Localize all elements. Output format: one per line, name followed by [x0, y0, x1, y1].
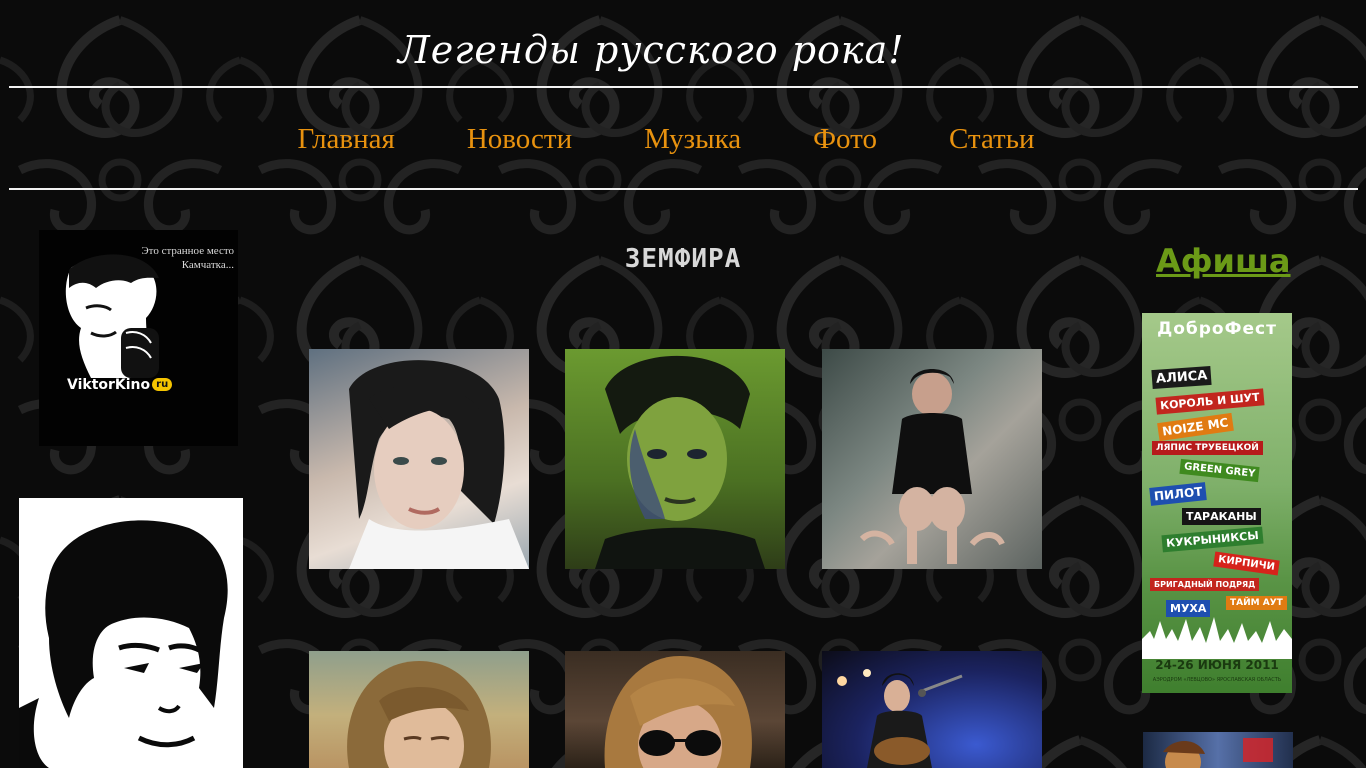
nav-item-articles[interactable]: Статьи — [949, 116, 1035, 162]
main-nav: Главная Новости Музыка Фото Статьи — [236, 116, 1096, 162]
secondary-poster[interactable] — [1143, 732, 1293, 768]
photo-thumbnail-4[interactable] — [309, 651, 529, 768]
nav-item-news[interactable]: Новости — [467, 116, 572, 162]
poster-dates: 24-26 ИЮНЯ 2011 — [1155, 658, 1279, 672]
nav-item-music[interactable]: Музыка — [644, 116, 741, 162]
concert-photo-6 — [837, 669, 963, 768]
dobrofest-poster[interactable]: ДоброФест АЛИСА КОРОЛЬ И ШУТ NOIZE MC ЛЯ… — [1142, 313, 1292, 693]
poster-band-2: КОРОЛЬ И ШУТ — [1155, 388, 1265, 415]
portrait-photo-2 — [595, 355, 765, 569]
poster-band-3: NOIZE MC — [1157, 412, 1234, 442]
portrait-photo-5 — [604, 656, 752, 768]
poster-band-9: КИРПИЧИ — [1213, 551, 1280, 576]
header-divider-top — [9, 86, 1358, 88]
secondary-poster-image — [1163, 738, 1273, 768]
portrait-photo-3 — [859, 369, 1005, 564]
viktorkino-quote: Это странное место Камчатка... — [141, 245, 234, 271]
photo-thumbnail-5[interactable] — [565, 651, 785, 768]
portrait-photo-4 — [347, 661, 491, 768]
photo-thumbnail-1[interactable] — [309, 349, 529, 569]
photo-thumbnail-3[interactable] — [822, 349, 1042, 569]
portrait-photo-1 — [349, 360, 529, 569]
photo-thumbnail-6[interactable] — [822, 651, 1042, 768]
viktorkino-logo: ViktorKino ru — [67, 377, 173, 393]
poster-venue: АЭРОДРОМ «ЛЕВЦОВО» ЯРОСЛАВСКАЯ ОБЛАСТЬ — [1152, 677, 1282, 683]
poster-band-12: ТАЙМ АУТ — [1226, 596, 1287, 610]
poster-band-4: ЛЯПИС ТРУБЕЦКОЙ — [1152, 441, 1263, 455]
poster-band-6: ПИЛОТ — [1149, 482, 1208, 506]
page: Легенды русского рока! Главная Новости М… — [0, 0, 1366, 768]
poster-band-10: БРИГАДНЫЙ ПОДРЯД — [1150, 578, 1260, 591]
portrait-bw-image — [19, 498, 243, 768]
poster-band-5: GREEN GREY — [1179, 458, 1260, 483]
poster-band-8: КУКРЫНИКСЫ — [1161, 526, 1264, 553]
poster-band-7: ТАРАКАНЫ — [1182, 508, 1261, 525]
poster-band-1: АЛИСА — [1151, 365, 1212, 390]
afisha-link[interactable]: Афиша — [1156, 242, 1291, 280]
site-title: Легенды русского рока! — [398, 28, 905, 72]
viktorkino-banner[interactable]: Это странное место Камчатка... ViktorKin… — [39, 230, 238, 446]
nav-item-home[interactable]: Главная — [298, 116, 395, 162]
crowd-silhouette-icon — [1142, 617, 1292, 659]
header-divider-bottom — [9, 188, 1358, 190]
portrait-banner[interactable] — [19, 498, 243, 768]
section-title: ЗЕМФИРА — [624, 244, 742, 274]
nav-item-photo[interactable]: Фото — [813, 116, 877, 162]
photo-thumbnail-2[interactable] — [565, 349, 785, 569]
poster-title: ДоброФест — [1157, 319, 1277, 339]
